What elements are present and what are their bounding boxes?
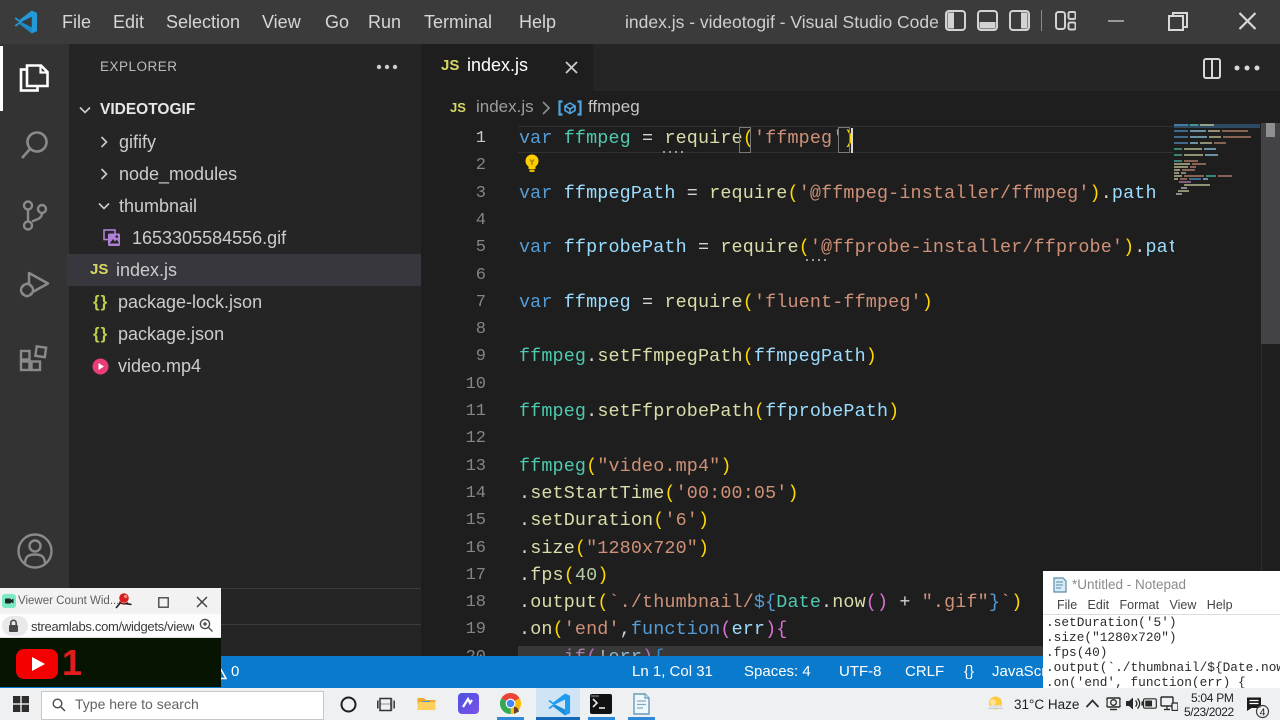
svg-text:4: 4 (1260, 707, 1266, 719)
